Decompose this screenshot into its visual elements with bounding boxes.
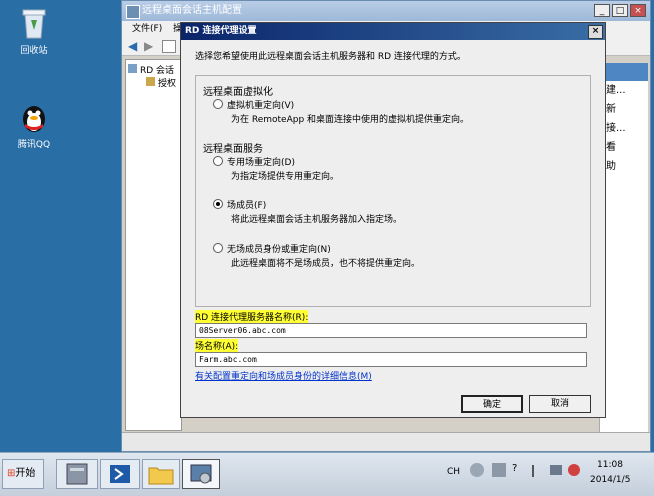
- desc-vm-redirect: 为在 RemoteApp 和桌面连接中使用的虚拟机提供重定向。: [231, 115, 470, 125]
- keyboard-icon[interactable]: [492, 463, 506, 477]
- actions-pane: 建... 新 接... 看 助: [599, 63, 648, 433]
- tree-item-license[interactable]: 授权: [158, 76, 176, 89]
- group-services-title: 远程桌面服务: [203, 144, 263, 155]
- server-name-input[interactable]: 08Server06.abc.com: [195, 323, 587, 338]
- group-virtualization-title: 远程桌面虚拟化: [203, 87, 273, 98]
- close-button[interactable]: ×: [630, 4, 646, 17]
- more-info-link[interactable]: 有关配置重定向和场成员身份的详细信息(M): [195, 369, 372, 382]
- app-icon: [126, 5, 140, 19]
- tree-item-rd-session[interactable]: RD 会话: [140, 63, 174, 76]
- rd-node-icon: [128, 64, 137, 73]
- action-item-0[interactable]: 建...: [600, 81, 648, 100]
- powershell-icon: [110, 465, 130, 483]
- dialog-title: RD 连接代理设置: [185, 26, 257, 36]
- desc-no-farm: 此远程桌面将不是场成员，也不将提供重定向。: [231, 259, 421, 269]
- desc-dedicated-farm: 为指定场提供专用重定向。: [231, 172, 340, 182]
- maximize-button[interactable]: □: [612, 4, 628, 17]
- actions-header: [600, 63, 648, 81]
- dialog-intro: 选择您希望使用此远程桌面会话主机服务器和 RD 连接代理的方式。: [195, 52, 466, 62]
- license-node-icon: [146, 77, 155, 86]
- forward-arrow-icon[interactable]: ▶: [144, 40, 153, 52]
- flag-icon[interactable]: [532, 465, 546, 477]
- start-button[interactable]: ⊞开始: [2, 459, 44, 489]
- status-bar: [122, 432, 650, 451]
- taskbar-explorer[interactable]: [142, 459, 180, 489]
- action-item-1[interactable]: 新: [600, 100, 648, 119]
- taskbar-rd-config[interactable]: [182, 459, 220, 489]
- ok-button[interactable]: 确定: [461, 395, 523, 413]
- server-name-label: RD 连接代理服务器名称(R):: [195, 310, 309, 323]
- cancel-button[interactable]: 取消: [529, 395, 591, 413]
- action-item-3[interactable]: 看: [600, 138, 648, 157]
- recycle-bin-label: 回收站: [20, 46, 48, 56]
- taskbar-server-manager[interactable]: [56, 459, 98, 489]
- main-window-titlebar[interactable]: 远程桌面会话主机配置 _ □ ×: [122, 1, 650, 21]
- language-indicator[interactable]: CH: [447, 467, 460, 477]
- minimize-button[interactable]: _: [594, 4, 610, 17]
- folder-icon: [148, 467, 174, 485]
- label-farm-member[interactable]: 场成员(F): [227, 198, 266, 211]
- radio-dedicated-farm[interactable]: [213, 156, 223, 166]
- radio-vm-redirect[interactable]: [213, 99, 223, 109]
- rd-config-icon: [190, 464, 212, 484]
- view-icon[interactable]: [162, 40, 176, 53]
- action-item-2[interactable]: 接...: [600, 119, 648, 138]
- label-vm-redirect[interactable]: 虚拟机重定向(V): [227, 98, 294, 111]
- radio-farm-member[interactable]: [213, 199, 223, 209]
- menu-file[interactable]: 文件(F): [132, 24, 162, 34]
- qq-icon[interactable]: 腾讯QQ: [4, 100, 64, 150]
- back-arrow-icon[interactable]: ◀: [128, 40, 137, 52]
- qq-label: 腾讯QQ: [17, 140, 51, 150]
- volume-muted-icon[interactable]: [568, 464, 580, 476]
- action-item-4[interactable]: 助: [600, 157, 648, 176]
- taskbar: ⊞开始 CH ? 11:08 2014/1/5: [0, 452, 654, 496]
- recycle-bin-icon[interactable]: 回收站: [4, 6, 64, 56]
- label-dedicated-farm[interactable]: 专用场重定向(D): [227, 155, 295, 168]
- rd-broker-settings-dialog: RD 连接代理设置 × 选择您希望使用此远程桌面会话主机服务器和 RD 连接代理…: [180, 22, 606, 418]
- clock-date[interactable]: 2014/1/5: [590, 475, 630, 485]
- farm-name-input[interactable]: Farm.abc.com: [195, 352, 587, 367]
- recycle-bin-glyph: [17, 6, 51, 40]
- clock-time[interactable]: 11:08: [597, 460, 623, 470]
- radio-no-farm[interactable]: [213, 243, 223, 253]
- qq-penguin-glyph: [17, 100, 51, 134]
- dialog-close-button[interactable]: ×: [588, 25, 603, 39]
- ime-icon[interactable]: [470, 463, 484, 477]
- desc-farm-member: 将此远程桌面会话主机服务器加入指定场。: [231, 215, 403, 225]
- taskbar-powershell[interactable]: [100, 459, 140, 489]
- dialog-titlebar[interactable]: RD 连接代理设置 ×: [181, 23, 605, 40]
- main-window-title: 远程桌面会话主机配置: [142, 5, 242, 16]
- tree-pane: RD 会话 授权: [125, 59, 182, 431]
- server-manager-icon: [66, 463, 88, 485]
- network-icon[interactable]: [550, 465, 562, 475]
- farm-name-label: 场名称(A):: [195, 339, 239, 352]
- start-label: 开始: [15, 468, 36, 479]
- help-icon[interactable]: ?: [512, 463, 522, 477]
- label-no-farm[interactable]: 无场成员身份或重定向(N): [227, 242, 331, 255]
